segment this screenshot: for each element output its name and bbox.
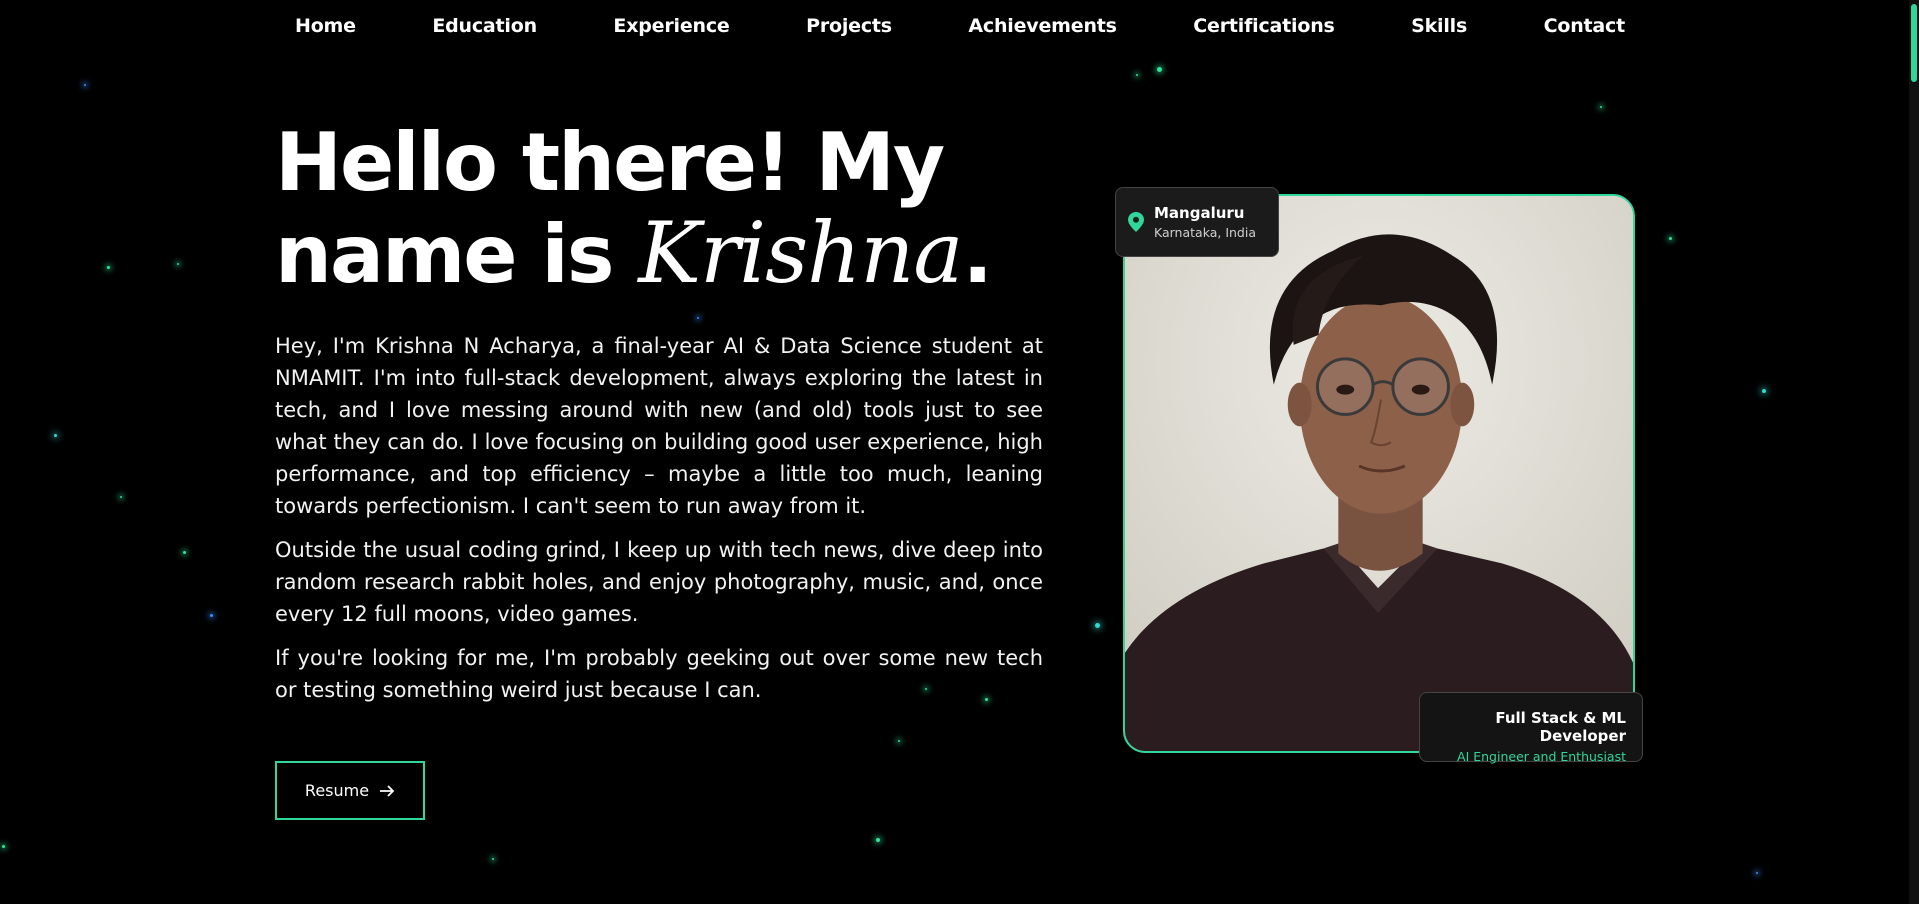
location-city: Mangaluru: [1154, 204, 1245, 222]
page-scrollbar[interactable]: [1909, 0, 1919, 904]
portrait-image: [1125, 196, 1633, 751]
star: [876, 838, 880, 842]
hero-title-line1: Hello there! My: [275, 116, 945, 209]
map-pin-icon: [1128, 212, 1144, 232]
intro-paragraph: Hey, I'm Krishna N Acharya, a final-year…: [275, 334, 1043, 518]
star: [183, 551, 186, 554]
main-nav: Home Education Experience Projects Achie…: [275, 0, 1645, 52]
location-tag: Mangaluru Karnataka, India: [1115, 187, 1279, 257]
scrollbar-thumb[interactable]: [1911, 4, 1917, 82]
star: [1095, 623, 1100, 628]
star: [1136, 74, 1138, 76]
nav-projects-link[interactable]: Projects: [806, 15, 892, 37]
role-tag: Full Stack & ML Developer AI Engineer an…: [1419, 692, 1643, 764]
star: [84, 84, 86, 86]
star: [492, 858, 494, 860]
nav-experience-link[interactable]: Experience: [613, 15, 729, 37]
star: [898, 740, 900, 742]
hero-name: Krishna: [638, 204, 963, 302]
star: [1157, 67, 1162, 72]
star: [120, 496, 122, 498]
star: [54, 434, 57, 437]
star: [1762, 389, 1766, 393]
star: [2, 845, 5, 848]
hero-title: Hello there! My name is Krishna.: [275, 116, 993, 302]
star: [1600, 106, 1602, 108]
intro-text: Hey, I'm Krishna N Acharya, a final-year…: [275, 330, 1043, 718]
role-title: Full Stack & ML Developer: [1495, 709, 1626, 745]
star: [1756, 872, 1758, 874]
hero-title-period: .: [962, 208, 992, 301]
profile-photo: [1123, 194, 1635, 753]
resume-button[interactable]: Resume: [275, 761, 425, 820]
role-subtitle: AI Engineer and Enthusiast: [1457, 749, 1626, 764]
star: [177, 263, 179, 265]
intro-paragraph: If you're looking for me, I'm probably g…: [275, 646, 1043, 702]
star: [107, 266, 110, 269]
page: Home Education Experience Projects Achie…: [0, 0, 1919, 904]
nav-skills-link[interactable]: Skills: [1411, 15, 1467, 37]
intro-paragraph: Outside the usual coding grind, I keep u…: [275, 538, 1043, 626]
location-region: Karnataka, India: [1154, 225, 1257, 240]
star: [210, 614, 213, 617]
star: [1669, 237, 1672, 240]
hero-title-line2: name is: [275, 208, 639, 301]
nav-home-link[interactable]: Home: [295, 15, 356, 37]
location-text: Mangaluru Karnataka, India: [1154, 204, 1256, 240]
nav-achievements-link[interactable]: Achievements: [968, 15, 1117, 37]
resume-button-label: Resume: [304, 781, 370, 800]
nav-contact-link[interactable]: Contact: [1544, 15, 1626, 37]
star: [697, 317, 699, 319]
arrow-right-icon: [380, 784, 395, 797]
nav-certifications-link[interactable]: Certifications: [1193, 15, 1335, 37]
nav-education-link[interactable]: Education: [432, 15, 537, 37]
